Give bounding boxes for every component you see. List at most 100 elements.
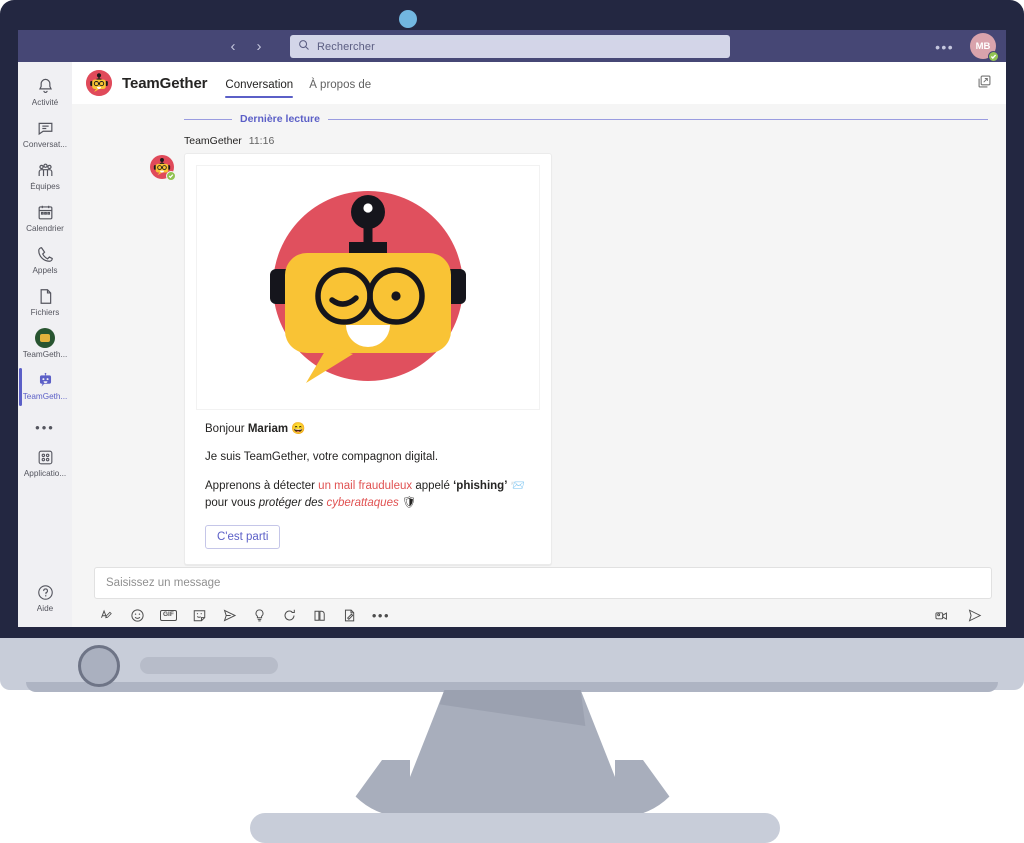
left-rail: Activité Conversat... Équipes Calendrier… xyxy=(18,62,72,627)
sidebar-item-help[interactable]: Aide xyxy=(18,576,72,627)
video-clip-icon[interactable] xyxy=(934,608,949,623)
sidebar-item-calendar[interactable]: Calendrier xyxy=(18,196,72,238)
format-text-icon[interactable] xyxy=(100,608,115,623)
forms-icon[interactable] xyxy=(342,608,357,623)
divider-line-right xyxy=(327,118,988,120)
app-body: Activité Conversat... Équipes Calendrier… xyxy=(18,62,1006,627)
message-block: TeamGether 11:16 Bonjour Mariam 😄 Je sui… xyxy=(72,125,1006,565)
conversation-area: Dernière lecture TeamGether 11:16 Bonjou… xyxy=(72,104,1006,567)
monitor-stand-foot xyxy=(250,813,780,843)
sidebar-item-files[interactable]: Fichiers xyxy=(18,280,72,322)
presence-badge xyxy=(988,51,999,62)
card-body: Bonjour Mariam 😄 Je suis TeamGether, vot… xyxy=(196,410,540,553)
greeting-name: Mariam xyxy=(247,423,289,435)
pop-out-icon[interactable] xyxy=(977,74,992,94)
more-options-icon[interactable]: ••• xyxy=(372,609,390,622)
approvals-icon[interactable] xyxy=(312,608,327,623)
message-input-placeholder: Saisissez un message xyxy=(106,577,221,589)
sidebar-item-apps[interactable]: Applicatio... xyxy=(18,441,72,483)
sidebar-label: Activité xyxy=(31,98,59,107)
sidebar-label: Calendrier xyxy=(26,224,64,233)
composer: Saisissez un message GIF ••• xyxy=(72,567,1006,627)
sidebar-item-teams[interactable]: Équipes xyxy=(18,154,72,196)
gif-icon[interactable]: GIF xyxy=(160,609,177,622)
line3-b: appelé xyxy=(412,479,454,492)
webcam-icon xyxy=(399,10,417,28)
sticker-icon[interactable] xyxy=(192,608,207,623)
channel-tabs: Conversation À propos de xyxy=(225,62,371,104)
presence-badge xyxy=(166,171,176,181)
line3-bold: ‘phishing’ xyxy=(453,479,508,492)
sidebar-item-teamgether-team[interactable]: TeamGeth... xyxy=(18,322,72,364)
main-panel: TeamGether Conversation À propos de Dern… xyxy=(72,62,1006,627)
team-avatar-icon xyxy=(35,328,55,348)
line3-italic: protéger des xyxy=(258,496,327,509)
line3-emoji-2: 🛡 xyxy=(401,496,417,509)
line3-c: pour vous xyxy=(205,496,259,509)
composer-toolbar: GIF ••• xyxy=(94,599,992,623)
forward-button[interactable]: › xyxy=(249,36,269,56)
card-line-3: Apprenons à détecter un mail frauduleux … xyxy=(205,478,531,513)
praise-icon[interactable] xyxy=(252,608,267,623)
message-input[interactable]: Saisissez un message xyxy=(94,567,992,599)
tab-about[interactable]: À propos de xyxy=(309,62,371,104)
line3-link: un mail frauduleux xyxy=(318,479,413,492)
search-input[interactable]: Rechercher xyxy=(317,41,375,53)
loop-icon[interactable] xyxy=(282,608,297,623)
sidebar-item-teamgether-app[interactable]: TeamGeth... xyxy=(18,364,72,406)
line3-emoji: 📨 xyxy=(510,479,525,492)
emoji-icon[interactable] xyxy=(130,608,145,623)
message-row: Bonjour Mariam 😄 Je suis TeamGether, vot… xyxy=(150,153,1006,565)
sidebar-label: Applicatio... xyxy=(23,469,67,478)
user-avatar[interactable]: MB xyxy=(970,33,999,62)
sidebar-item-calls[interactable]: Appels xyxy=(18,238,72,280)
sidebar-more-button[interactable]: ••• xyxy=(35,406,55,441)
tab-conversation[interactable]: Conversation xyxy=(225,62,293,104)
card-greeting: Bonjour Mariam 😄 xyxy=(205,421,531,438)
channel-header: TeamGether Conversation À propos de xyxy=(72,62,1006,104)
monitor-power-button[interactable] xyxy=(78,645,120,687)
teams-title-bar: ‹ › Rechercher ••• MB xyxy=(18,30,1006,62)
message-avatar xyxy=(150,155,176,181)
sidebar-label: TeamGeth... xyxy=(22,392,68,401)
bot-card: Bonjour Mariam 😄 Je suis TeamGether, vot… xyxy=(184,153,552,565)
screenshot-stage: ‹ › Rechercher ••• MB Activité Conversat… xyxy=(0,0,1024,843)
sidebar-label: Fichiers xyxy=(30,308,60,317)
file-icon xyxy=(35,286,55,306)
screen: ‹ › Rechercher ••• MB Activité Conversat… xyxy=(18,30,1006,627)
sidebar-item-activity[interactable]: Activité xyxy=(18,70,72,112)
unread-divider: Dernière lecture xyxy=(72,104,1006,125)
page-title: TeamGether xyxy=(122,74,208,92)
divider-line-left xyxy=(184,118,232,120)
send-icon[interactable] xyxy=(967,608,982,623)
greeting-emoji: 😄 xyxy=(291,423,306,435)
bell-icon xyxy=(35,76,55,96)
sidebar-label: TeamGeth... xyxy=(22,350,68,359)
bot-icon xyxy=(35,370,55,390)
composer-right-tools xyxy=(934,608,988,623)
cest-parti-button[interactable]: C'est parti xyxy=(205,525,281,549)
card-line-2: Je suis TeamGether, votre compagnon digi… xyxy=(205,451,439,464)
sidebar-label: Conversat... xyxy=(22,140,68,149)
sidebar-item-chat[interactable]: Conversat... xyxy=(18,112,72,154)
titlebar-more-button[interactable]: ••• xyxy=(935,39,954,55)
greeting-prefix: Bonjour xyxy=(205,423,248,435)
teamgether-bot-avatar xyxy=(86,70,112,96)
send-plane-icon[interactable] xyxy=(222,608,237,623)
search-icon xyxy=(298,38,310,56)
sidebar-label: Équipes xyxy=(30,182,60,191)
teams-icon xyxy=(35,160,55,180)
sidebar-label: Appels xyxy=(32,266,58,275)
unread-label: Dernière lecture xyxy=(240,113,320,125)
phone-icon xyxy=(35,244,55,264)
line3-a: Apprenons à détecter xyxy=(205,479,319,492)
monitor-brand-bar xyxy=(140,657,278,674)
chat-icon xyxy=(35,118,55,138)
help-circle-icon xyxy=(35,582,55,602)
teamgether-robot-illustration xyxy=(196,165,540,410)
line3-italic-red: cyberattaques xyxy=(326,496,399,509)
back-button[interactable]: ‹ xyxy=(223,36,243,56)
calendar-icon xyxy=(35,202,55,222)
search-bar[interactable]: Rechercher xyxy=(290,35,730,58)
apps-grid-icon xyxy=(35,447,55,467)
